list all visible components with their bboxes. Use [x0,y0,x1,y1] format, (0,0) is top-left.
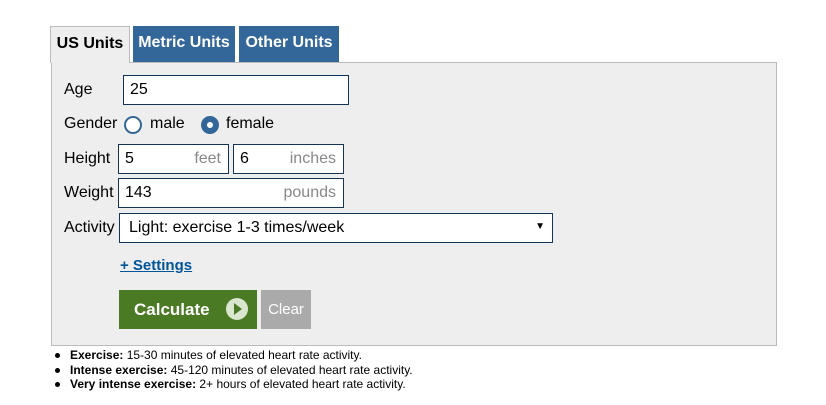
height-inches-unit: inches [289,150,336,167]
list-item: Exercise: 15-30 minutes of elevated hear… [52,348,413,363]
list-item: Very intense exercise: 2+ hours of eleva… [52,377,413,392]
age-value: 25 [130,81,148,98]
age-label: Age [64,81,93,98]
weight-input[interactable]: 143 pounds [118,178,344,208]
height-feet-value: 5 [125,150,134,167]
gender-male-label[interactable]: male [150,115,185,133]
height-inches-input[interactable]: 6 inches [233,144,344,174]
weight-unit: pounds [283,184,337,201]
gender-female-label[interactable]: female [226,115,274,133]
dropdown-arrow-icon: ▼ [535,221,545,232]
height-inches-value: 6 [240,150,249,167]
tab-us-units[interactable]: US Units [50,26,130,63]
calculate-label: Calculate [134,300,210,319]
tab-other-units[interactable]: Other Units [239,26,339,62]
height-label: Height [64,150,111,167]
weight-label: Weight [64,184,114,201]
activity-select[interactable]: Light: exercise 1-3 times/week ▼ [119,213,553,243]
height-feet-unit: feet [194,150,221,167]
calculator-form: Age 25 Gender male female Height 5 feet … [51,62,777,346]
play-icon [226,298,248,320]
list-item: Intense exercise: 45-120 minutes of elev… [52,363,413,378]
calculate-button[interactable]: Calculate [119,290,257,329]
activity-notes: Exercise: 15-30 minutes of elevated hear… [52,348,413,392]
gender-male-radio[interactable] [124,116,142,134]
height-feet-input[interactable]: 5 feet [118,144,229,174]
settings-link[interactable]: + Settings [120,257,192,274]
clear-button[interactable]: Clear [261,290,311,329]
age-input[interactable]: 25 [123,75,349,105]
activity-selected-value: Light: exercise 1-3 times/week [129,219,345,236]
tab-metric-units[interactable]: Metric Units [133,26,235,62]
activity-label: Activity [64,219,115,236]
gender-female-radio[interactable] [201,116,219,134]
gender-label: Gender [64,115,118,132]
weight-value: 143 [125,184,152,201]
